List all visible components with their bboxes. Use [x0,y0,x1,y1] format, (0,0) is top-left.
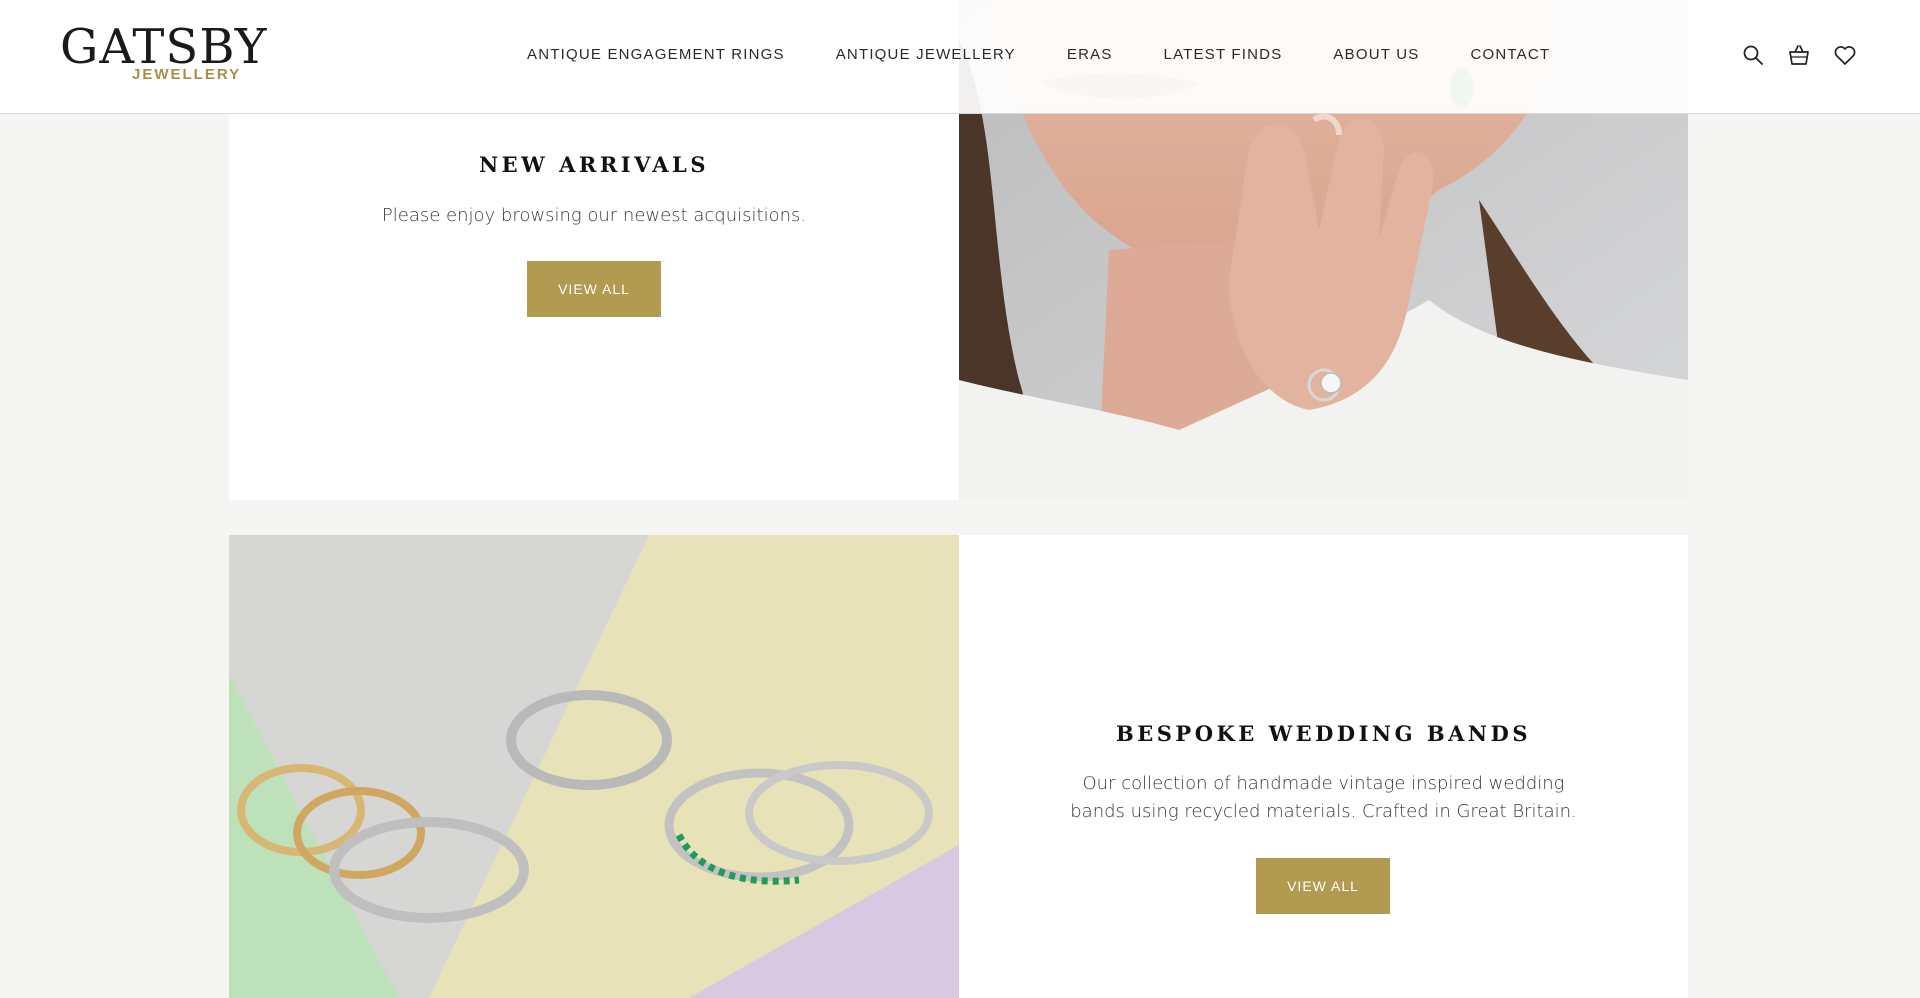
wedding-bands-photo [229,535,959,998]
nav-item-contact[interactable]: CONTACT [1470,46,1550,63]
wedding-bands-panel: BESPOKE WEDDING BANDS Our collection of … [959,535,1688,998]
site-header: GATSBY JEWELLERY ANTIQUE ENGAGEMENT RING… [0,0,1920,114]
nav-item-latest-finds[interactable]: LATEST FINDS [1164,46,1283,63]
brand-logo[interactable]: GATSBY JEWELLERY [60,18,266,88]
new-arrivals-view-all-button[interactable]: VIEW ALL [527,261,661,317]
wedding-bands-text-line1: Our collection of handmade vintage inspi… [1082,773,1565,794]
nav-item-eras[interactable]: ERAS [1067,46,1113,63]
new-arrivals-text: Please enjoy browsing our newest acquisi… [381,205,807,226]
main-nav: ANTIQUE ENGAGEMENT RINGS ANTIQUE JEWELLE… [527,46,1550,63]
new-arrivals-title: NEW ARRIVALS [478,152,709,177]
wedding-bands-title: BESPOKE WEDDING BANDS [1116,721,1531,746]
heart-icon[interactable] [1832,42,1858,68]
header-actions [1740,42,1858,68]
search-icon[interactable] [1740,42,1766,68]
wedding-bands-view-all-button[interactable]: VIEW ALL [1256,858,1390,914]
nav-item-antique-engagement-rings[interactable]: ANTIQUE ENGAGEMENT RINGS [527,46,785,63]
basket-icon[interactable] [1786,42,1812,68]
nav-item-about-us[interactable]: ABOUT US [1333,46,1419,63]
nav-item-antique-jewellery[interactable]: ANTIQUE JEWELLERY [836,46,1016,63]
brand-logo-subtitle: JEWELLERY [132,66,242,83]
wedding-bands-text-line2: bands using recycled materials. Crafted … [1070,801,1577,822]
